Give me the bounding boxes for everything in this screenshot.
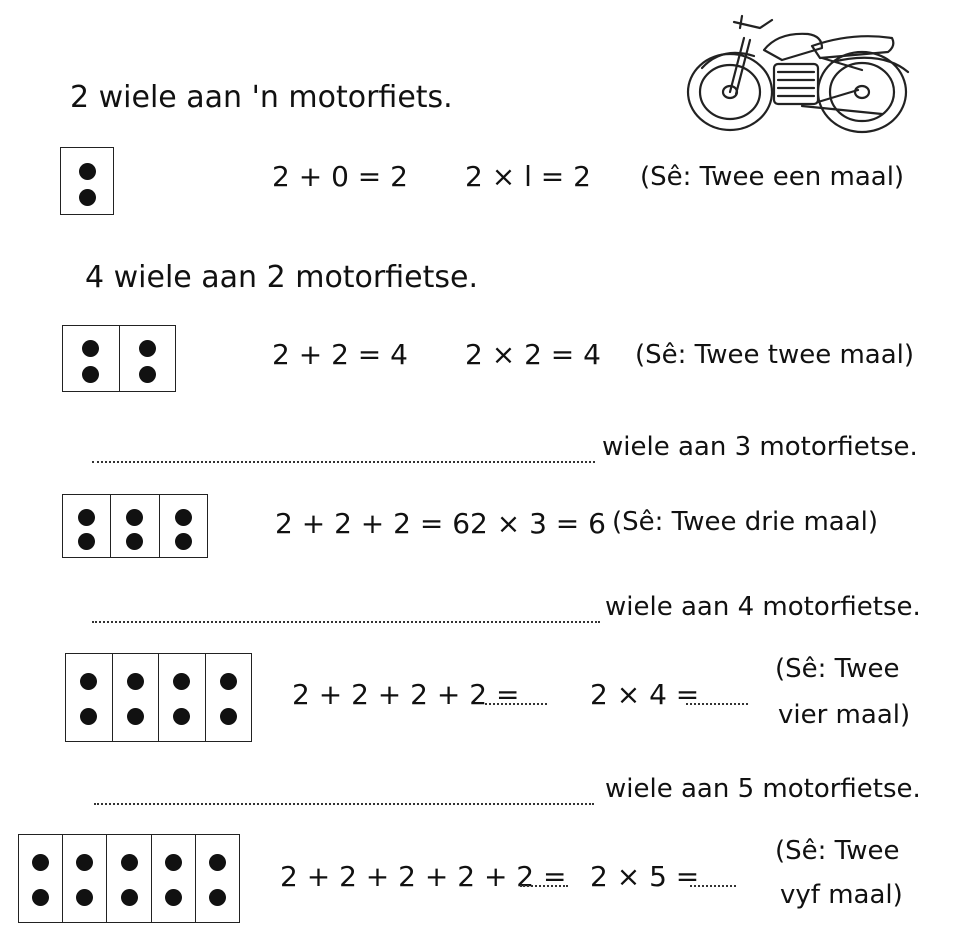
multiplication-row-5: 2 × 5 =	[590, 860, 700, 893]
answer-blank-row-4[interactable]	[92, 620, 600, 623]
multiplication-row-3: 2 × 3 = 6	[470, 507, 606, 540]
heading-row-5: wiele aan 5 motorfietse.	[605, 774, 921, 804]
dots-box-row-1	[60, 147, 114, 215]
multiplication-row-2: 2 × 2 = 4	[465, 338, 601, 371]
dots-box-row-4	[65, 653, 252, 742]
heading-row-2: 4 wiele aan 2 motorfietse.	[85, 260, 478, 295]
motorcycle-icon	[686, 14, 910, 134]
answer-blank-row-3[interactable]	[92, 460, 595, 463]
addition-row-4: 2 + 2 + 2 + 2 =	[292, 678, 520, 711]
addition-row-2: 2 + 2 = 4	[272, 338, 408, 371]
addition-answer-row-4[interactable]	[485, 702, 547, 705]
dots-box-row-2	[62, 325, 176, 392]
say-row-2: (Sê: Twee twee maal)	[635, 340, 915, 370]
addition-row-5: 2 + 2 + 2 + 2 + 2 =	[280, 860, 567, 893]
say-row-4-line-1: (Sê: Twee	[775, 654, 900, 684]
answer-blank-row-5[interactable]	[94, 802, 594, 805]
say-row-3: (Sê: Twee drie maal)	[612, 507, 879, 537]
say-row-5-line-1: (Sê: Twee	[775, 836, 900, 866]
addition-row-3: 2 + 2 + 2 = 6	[275, 507, 471, 540]
heading-row-3: wiele aan 3 motorfietse.	[602, 432, 918, 462]
multiplication-row-4: 2 × 4 =	[590, 678, 700, 711]
say-row-4-line-2: vier maal)	[778, 700, 911, 730]
addition-answer-row-5[interactable]	[520, 884, 568, 887]
multiplication-answer-row-5[interactable]	[690, 884, 736, 887]
multiplication-answer-row-4[interactable]	[686, 702, 748, 705]
dots-box-row-3	[62, 494, 208, 558]
heading-row-4: wiele aan 4 motorfietse.	[605, 592, 921, 622]
multiplication-row-1: 2 × l = 2	[465, 160, 591, 193]
say-row-5-line-2: vyf maal)	[780, 880, 903, 910]
heading-row-1: 2 wiele aan 'n motorfiets.	[70, 80, 453, 115]
dots-box-row-5	[18, 834, 240, 923]
addition-row-1: 2 + 0 = 2	[272, 160, 408, 193]
say-row-1: (Sê: Twee een maal)	[640, 162, 905, 192]
